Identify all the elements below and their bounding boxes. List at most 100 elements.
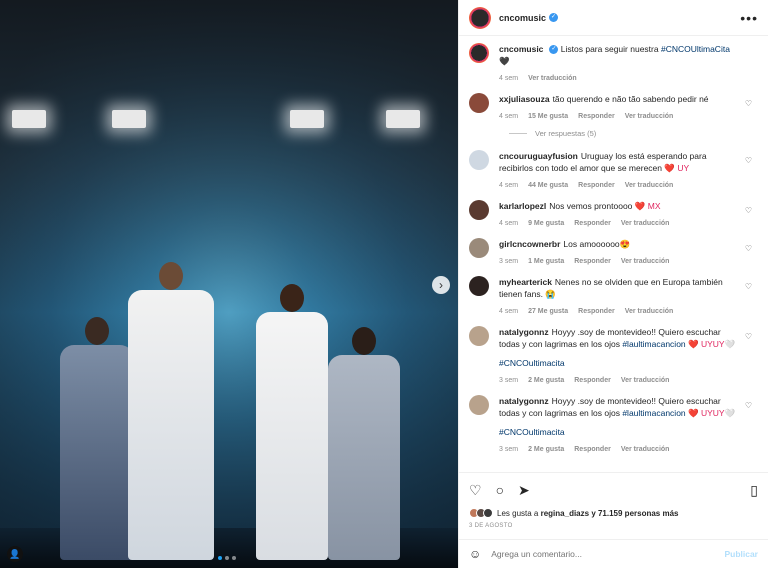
reply-button[interactable]: Responder — [578, 180, 615, 192]
comment-time[interactable]: 3 sem — [499, 444, 518, 456]
heart-icon[interactable]: ♡ — [745, 206, 752, 215]
next-slide-button[interactable]: › — [432, 276, 450, 294]
translate-link[interactable]: Ver traducción — [621, 256, 670, 268]
comment-list: cncomusic ✓ Listos para seguir nuestra #C… — [459, 37, 768, 469]
reply-button[interactable]: Responder — [578, 306, 615, 318]
reply-button[interactable]: Responder — [574, 375, 611, 387]
avatar[interactable] — [469, 326, 489, 346]
comment-hashtag[interactable]: #laultimacancion — [622, 339, 685, 349]
comment-username[interactable]: myhearterick — [499, 277, 552, 287]
heart-icon[interactable]: ♡ — [745, 99, 752, 108]
publish-button[interactable]: Publicar — [724, 549, 758, 559]
comment-likes[interactable]: 2 Me gusta — [528, 444, 564, 456]
comment-likes[interactable]: 15 Me gusta — [528, 111, 568, 123]
caption-username[interactable]: cncomusic — [499, 44, 543, 54]
comment-item: natalygonnz Hoyyy .soy de montevideo!! Qu… — [469, 326, 758, 387]
comment-likes[interactable]: 27 Me gusta — [528, 306, 568, 318]
comment-emoji: ❤️ MX — [634, 201, 661, 211]
comment-input[interactable] — [491, 549, 725, 559]
comment-time[interactable]: 4 sem — [499, 111, 518, 123]
avatar[interactable] — [469, 6, 491, 29]
tagged-users-icon[interactable]: 👤 — [7, 546, 23, 562]
post-header: cncomusic ✓ ••• — [459, 0, 768, 36]
avatar[interactable] — [469, 238, 489, 258]
comment-time[interactable]: 4 sem — [499, 73, 518, 85]
reply-button[interactable]: Responder — [574, 218, 611, 230]
avatar[interactable] — [469, 43, 489, 63]
avatar — [483, 508, 493, 518]
translate-link[interactable]: Ver traducción — [621, 218, 670, 230]
verified-icon: ✓ — [549, 13, 559, 22]
translate-link[interactable]: Ver traducción — [621, 375, 670, 387]
comment-item: girlcncownerbr Los amoooooo😍 3 sem 1 Me gu… — [469, 238, 758, 268]
comment-likes[interactable]: 1 Me gusta — [528, 256, 564, 268]
comment-username[interactable]: cncouruguayfusion — [499, 151, 578, 161]
post-actions: ♡ ○ ➤ ▯ Les gusta a regina_diazs y 71.15… — [459, 472, 768, 529]
comment-text: Los amoooooo — [563, 239, 620, 249]
comment-time[interactable]: 4 sem — [499, 306, 518, 318]
avatar[interactable] — [469, 93, 489, 113]
heart-icon[interactable]: ♡ — [745, 332, 752, 341]
comment-likes[interactable]: 2 Me gusta — [528, 375, 564, 387]
likes-user[interactable]: regina_diazs — [541, 509, 589, 518]
comment-time[interactable]: 4 sem — [499, 180, 518, 192]
ellipsis-icon[interactable]: ••• — [740, 10, 758, 26]
comment-username[interactable]: karlarlopezl — [499, 201, 546, 211]
performer-figure — [60, 317, 134, 560]
reply-button[interactable]: Responder — [574, 256, 611, 268]
post-date[interactable]: 3 DE AGOSTO — [469, 523, 758, 529]
avatar[interactable] — [469, 395, 489, 415]
stage-light — [386, 110, 420, 128]
emoji-icon[interactable]: ☺ — [469, 547, 481, 561]
comment-icon[interactable]: ○ — [496, 482, 504, 498]
share-icon[interactable]: ➤ — [518, 482, 530, 499]
heart-icon[interactable]: ♡ — [745, 401, 752, 410]
comment-username[interactable]: natalygonnz — [499, 396, 549, 406]
comment-likes[interactable]: 9 Me gusta — [528, 218, 564, 230]
heart-icon[interactable]: ♡ — [469, 482, 482, 499]
post-username[interactable]: cncomusic — [499, 13, 546, 23]
comment-time[interactable]: 4 sem — [499, 218, 518, 230]
comment-emoji: ❤️ UYUY🤍 — [688, 339, 736, 349]
comment-item: xxjuliasouza tão querendo e não tão saben… — [469, 93, 758, 123]
comment-hashtag[interactable]: #CNCOultimacita — [499, 358, 565, 368]
avatar[interactable] — [469, 200, 489, 220]
translate-link[interactable]: Ver traducción — [625, 306, 674, 318]
comment-item: cncouruguayfusion Uruguay los está espera… — [469, 150, 758, 192]
comment-item: natalygonnz Hoyyy .soy de montevideo!! Qu… — [469, 395, 758, 456]
heart-icon[interactable]: ♡ — [745, 282, 752, 291]
comment-emoji: ❤️ UY — [664, 163, 690, 173]
heart-icon[interactable]: ♡ — [745, 156, 752, 165]
stage-light — [12, 110, 46, 128]
comment-username[interactable]: natalygonnz — [499, 327, 549, 337]
caption-hashtag[interactable]: #CNCOUltimaCita — [661, 44, 730, 54]
comment-hashtag[interactable]: #laultimacancion — [622, 408, 685, 418]
likes-summary: Les gusta a regina_diazs y 71.159 person… — [469, 508, 758, 518]
comment-text: Nos vemos prontoooo — [549, 201, 633, 211]
comment-text: tão querendo e não tão sabendo pedir né — [552, 94, 709, 104]
comment-item: karlarlopezl Nos vemos prontoooo ❤️ MX 4 … — [469, 200, 758, 230]
comment-time[interactable]: 3 sem — [499, 375, 518, 387]
translate-link[interactable]: Ver traducción — [621, 444, 670, 456]
post-photo[interactable]: › 👤 — [0, 0, 458, 568]
likes-prefix: Les gusta a — [497, 508, 539, 518]
comment-likes[interactable]: 44 Me gusta — [528, 180, 568, 192]
comment-emoji: ❤️ UYUY🤍 — [688, 408, 736, 418]
bookmark-icon[interactable]: ▯ — [750, 482, 758, 499]
performer-figure — [128, 262, 214, 560]
likes-count[interactable]: y 71.159 personas más — [591, 509, 678, 518]
reply-button[interactable]: Responder — [574, 444, 611, 456]
view-replies[interactable]: Ver respuestas (5) — [509, 129, 758, 138]
translate-link[interactable]: Ver traducción — [625, 111, 674, 123]
avatar[interactable] — [469, 150, 489, 170]
avatar[interactable] — [469, 276, 489, 296]
comment-username[interactable]: xxjuliasouza — [499, 94, 550, 104]
heart-icon[interactable]: ♡ — [745, 244, 752, 253]
comment-username[interactable]: girlcncownerbr — [499, 239, 560, 249]
translate-link[interactable]: Ver traducción — [625, 180, 674, 192]
reply-button[interactable]: Responder — [578, 111, 615, 123]
comment-time[interactable]: 3 sem — [499, 256, 518, 268]
comment-hashtag[interactable]: #CNCOultimacita — [499, 427, 565, 437]
carousel-dots — [218, 556, 236, 560]
translate-link[interactable]: Ver traducción — [528, 73, 577, 85]
